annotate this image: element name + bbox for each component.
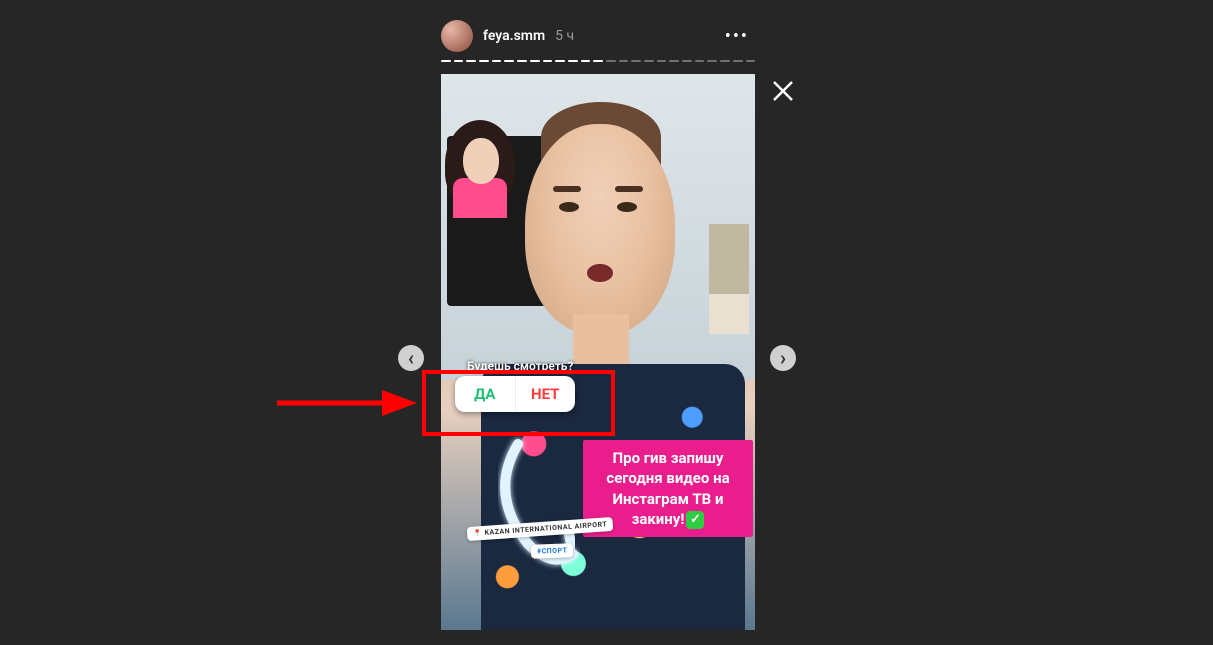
person-face xyxy=(525,124,675,334)
progress-segment xyxy=(530,60,540,62)
progress-segment xyxy=(644,60,654,62)
sticker-person xyxy=(441,120,519,218)
progress-segment xyxy=(619,60,629,62)
progress-segment xyxy=(746,60,756,62)
background-shelf xyxy=(709,224,749,334)
progress-segment xyxy=(669,60,679,62)
story-media[interactable]: Будешь смотреть? ДА НЕТ Про гив запишу с… xyxy=(441,74,755,630)
more-icon[interactable]: ••• xyxy=(719,26,755,47)
progress-segment xyxy=(695,60,705,62)
progress-segment xyxy=(720,60,730,62)
progress-bar xyxy=(441,60,755,62)
progress-segment xyxy=(733,60,743,62)
annotation-arrow xyxy=(277,388,417,418)
progress-segment xyxy=(492,60,502,62)
story-viewer: feya.smm 5 ч ••• Будешь смотреть? ДА НЕТ xyxy=(441,0,755,645)
progress-segment xyxy=(466,60,476,62)
progress-segment xyxy=(682,60,692,62)
poll-option-no[interactable]: НЕТ xyxy=(516,376,576,412)
checkmark-icon: ✓ xyxy=(686,511,704,529)
poll-sticker: ДА НЕТ xyxy=(455,376,575,412)
progress-segment xyxy=(543,60,553,62)
progress-segment xyxy=(657,60,667,62)
progress-segment xyxy=(441,60,451,62)
caption-text: Про гив запишу сегодня видео на Инстагра… xyxy=(606,449,729,528)
hashtag-chip[interactable]: #СПОРТ xyxy=(531,543,574,558)
username[interactable]: feya.smm xyxy=(483,28,545,44)
prev-story-button[interactable]: ‹ xyxy=(398,345,424,371)
progress-segment xyxy=(454,60,464,62)
progress-segment xyxy=(504,60,514,62)
progress-segment xyxy=(479,60,489,62)
progress-segment xyxy=(555,60,565,62)
progress-segment xyxy=(593,60,603,62)
story-header: feya.smm 5 ч ••• xyxy=(441,0,755,54)
progress-segment xyxy=(707,60,717,62)
poll-option-yes[interactable]: ДА xyxy=(455,376,516,412)
timestamp: 5 ч xyxy=(555,28,574,44)
chevron-left-icon: ‹ xyxy=(408,346,414,370)
avatar[interactable] xyxy=(441,20,473,52)
close-button[interactable] xyxy=(768,76,798,106)
progress-segment xyxy=(517,60,527,62)
progress-segment xyxy=(581,60,591,62)
progress-segment xyxy=(631,60,641,62)
chevron-right-icon: › xyxy=(780,346,786,370)
progress-segment xyxy=(568,60,578,62)
next-story-button[interactable]: › xyxy=(770,345,796,371)
poll-question: Будешь смотреть? xyxy=(467,359,573,373)
progress-segment xyxy=(606,60,616,62)
